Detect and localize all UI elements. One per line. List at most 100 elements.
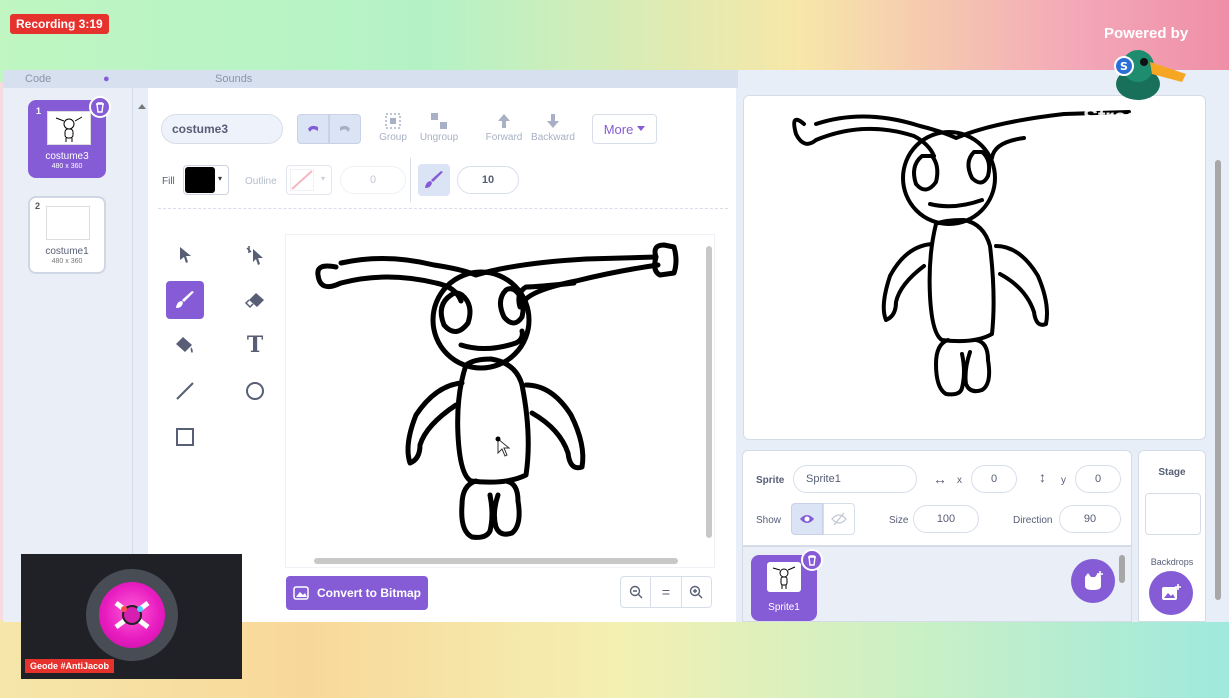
sprite-info-panel: Sprite Sprite1 ↔ x 0 ↕ y 0 Show Size 100…: [742, 450, 1132, 546]
tab-sounds[interactable]: Sounds: [215, 73, 252, 85]
costume-thumbnail: [47, 111, 91, 145]
eraser-tool[interactable]: [236, 281, 274, 319]
webcam-name-tag: Geode #AntiJacob: [25, 659, 115, 673]
costume-thumbnail: [46, 206, 90, 240]
y-position-input[interactable]: 0: [1075, 465, 1121, 493]
size-input[interactable]: 100: [913, 505, 979, 533]
brush-size-input[interactable]: 10: [457, 166, 519, 194]
hide-sprite-button[interactable]: [823, 503, 855, 535]
avatar-ring: [86, 569, 178, 661]
delete-sprite-button[interactable]: [801, 549, 823, 571]
ungroup-button[interactable]: Ungroup: [414, 110, 464, 143]
outline-width-input[interactable]: 0: [340, 166, 406, 194]
streamyard-logo-icon: S: [1114, 50, 1186, 100]
arrow-cursor-icon: [180, 247, 191, 263]
select-tool[interactable]: [166, 236, 204, 274]
powered-by-label: Powered by: [1104, 25, 1189, 42]
line-icon: [176, 382, 194, 400]
reshape-tool[interactable]: [236, 236, 274, 274]
caret-down-icon: ▾: [218, 174, 223, 183]
text-icon: T: [246, 332, 264, 358]
backward-button[interactable]: Backward: [528, 110, 578, 143]
group-icon: [385, 113, 401, 129]
costume-drawing: [315, 242, 679, 540]
costume-number: 1: [36, 106, 42, 116]
zoom-controls: =: [620, 576, 712, 608]
costume-number: 2: [35, 201, 41, 211]
tab-costumes[interactable]: ●: [103, 73, 110, 85]
page-scrollbar[interactable]: [1215, 90, 1221, 610]
x-arrows-icon: ↔: [933, 471, 947, 487]
undo-button[interactable]: [297, 114, 329, 144]
avatar: [99, 582, 165, 648]
paint-canvas[interactable]: [285, 234, 715, 568]
eraser-icon: [244, 293, 264, 309]
costume-name: costume3: [45, 151, 89, 162]
zoom-out-button[interactable]: [621, 577, 652, 607]
tab-code[interactable]: Code: [25, 73, 51, 85]
outline-label: Outline: [245, 176, 277, 187]
delete-costume-button[interactable]: [89, 96, 111, 118]
direction-input[interactable]: 90: [1059, 505, 1121, 533]
canvas-vertical-scrollbar[interactable]: [706, 246, 712, 538]
costume-list: 1 costume3 480 x 360 2 costume1 480 x 36…: [3, 88, 146, 622]
sprite-name-input[interactable]: Sprite1: [793, 465, 917, 493]
rectangle-icon: [176, 428, 194, 446]
costume-item-costume1[interactable]: 2 costume1 480 x 360: [28, 196, 106, 274]
fill-tool[interactable]: [166, 326, 204, 364]
redo-button[interactable]: [329, 114, 361, 144]
outline-color-picker[interactable]: ▾: [286, 165, 332, 195]
y-arrows-icon: ↕: [1039, 469, 1046, 485]
trash-icon: [96, 102, 104, 113]
costume-name: costume1: [45, 246, 89, 257]
webcam-tile: Geode #AntiJacob: [21, 554, 242, 679]
stage-sprite: [792, 110, 1131, 397]
scroll-up-icon[interactable]: [137, 102, 147, 110]
brush-size-icon: [418, 164, 450, 196]
caret-down-icon: ▾: [321, 174, 326, 183]
sprite-label: Sprite: [756, 475, 785, 486]
show-label: Show: [756, 515, 782, 526]
rectangle-tool[interactable]: [166, 418, 204, 456]
scratch-editor: Code ● Sounds 1 costume3 480 x 360 2 cos…: [3, 70, 1229, 622]
canvas-horizontal-scrollbar[interactable]: [314, 558, 678, 564]
arrow-up-icon: [498, 114, 510, 128]
forward-button[interactable]: Forward: [479, 110, 529, 143]
stage-thumbnail: [1145, 493, 1201, 535]
text-tool[interactable]: T: [236, 326, 274, 364]
sprite-list: Sprite1: [742, 546, 1132, 622]
choose-backdrop-button[interactable]: [1149, 571, 1193, 615]
show-sprite-button[interactable]: [791, 503, 823, 535]
sprite-list-scrollbar[interactable]: [1119, 555, 1125, 583]
redo-icon: [340, 125, 350, 132]
circle-tool[interactable]: [236, 372, 274, 410]
x-position-input[interactable]: 0: [971, 465, 1017, 493]
more-button[interactable]: More: [592, 114, 657, 144]
streamyard-wordmark: StreamYard: [1083, 104, 1206, 130]
costume-size: 480 x 360: [51, 163, 83, 170]
editor-tabs: Code ● Sounds: [3, 70, 738, 88]
zoom-in-icon: [690, 585, 703, 599]
arrow-down-icon: [547, 114, 559, 128]
recording-badge: Recording 3:19: [10, 14, 109, 34]
convert-to-bitmap-button[interactable]: Convert to Bitmap: [286, 576, 428, 610]
brush-tool[interactable]: [166, 281, 204, 319]
choose-sprite-button[interactable]: [1071, 559, 1115, 603]
svg-text:S: S: [1120, 60, 1128, 73]
brush-icon: [176, 291, 194, 308]
reshape-icon: [246, 246, 263, 265]
stage-selector[interactable]: Stage Backdrops: [1138, 450, 1206, 622]
fill-color-picker[interactable]: ▾: [183, 165, 229, 195]
toolbar-divider: [410, 158, 411, 202]
fill-color-swatch: [185, 167, 215, 193]
zoom-in-button[interactable]: [682, 577, 711, 607]
line-tool[interactable]: [166, 372, 204, 410]
circle-icon: [246, 382, 264, 400]
group-button[interactable]: Group: [368, 110, 418, 143]
paint-bucket-icon: [176, 337, 193, 353]
zoom-reset-button[interactable]: =: [651, 577, 682, 607]
costume-name-input[interactable]: costume3: [161, 114, 283, 144]
page-scrollbar-thumb[interactable]: [1215, 160, 1221, 600]
stage-canvas[interactable]: [743, 95, 1206, 440]
editor-divider: [158, 208, 728, 209]
